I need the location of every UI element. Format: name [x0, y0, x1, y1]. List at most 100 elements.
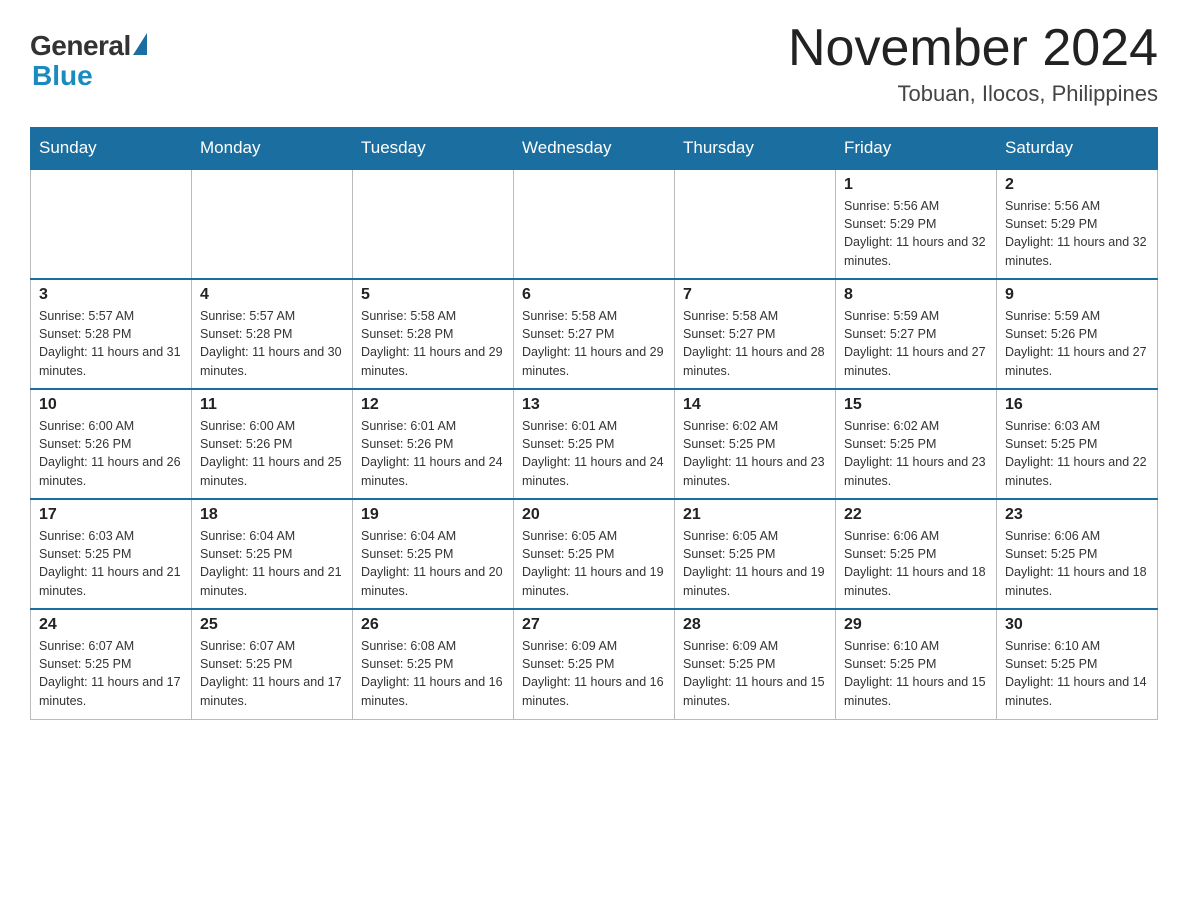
- day-number: 12: [361, 396, 505, 414]
- day-number: 4: [200, 286, 344, 304]
- day-number: 2: [1005, 176, 1149, 194]
- calendar-cell: 8 Sunrise: 5:59 AMSunset: 5:27 PMDaylight…: [836, 279, 997, 389]
- day-info: Sunrise: 6:05 AMSunset: 5:25 PMDaylight:…: [683, 527, 827, 600]
- col-saturday: Saturday: [997, 128, 1158, 170]
- day-number: 15: [844, 396, 988, 414]
- month-title: November 2024: [788, 20, 1158, 77]
- calendar-cell: [31, 169, 192, 279]
- day-info: Sunrise: 6:01 AMSunset: 5:25 PMDaylight:…: [522, 417, 666, 490]
- col-friday: Friday: [836, 128, 997, 170]
- calendar-cell: [192, 169, 353, 279]
- day-info: Sunrise: 5:58 AMSunset: 5:27 PMDaylight:…: [522, 307, 666, 380]
- day-number: 28: [683, 616, 827, 634]
- day-info: Sunrise: 6:10 AMSunset: 5:25 PMDaylight:…: [844, 637, 988, 710]
- calendar-cell: 2 Sunrise: 5:56 AMSunset: 5:29 PMDaylight…: [997, 169, 1158, 279]
- day-number: 25: [200, 616, 344, 634]
- col-thursday: Thursday: [675, 128, 836, 170]
- day-info: Sunrise: 6:06 AMSunset: 5:25 PMDaylight:…: [1005, 527, 1149, 600]
- day-info: Sunrise: 5:56 AMSunset: 5:29 PMDaylight:…: [1005, 197, 1149, 270]
- calendar-cell: 22 Sunrise: 6:06 AMSunset: 5:25 PMDayligh…: [836, 499, 997, 609]
- calendar-cell: 13 Sunrise: 6:01 AMSunset: 5:25 PMDayligh…: [514, 389, 675, 499]
- calendar-cell: 25 Sunrise: 6:07 AMSunset: 5:25 PMDayligh…: [192, 609, 353, 719]
- day-info: Sunrise: 6:06 AMSunset: 5:25 PMDaylight:…: [844, 527, 988, 600]
- calendar-cell: 29 Sunrise: 6:10 AMSunset: 5:25 PMDayligh…: [836, 609, 997, 719]
- day-info: Sunrise: 6:07 AMSunset: 5:25 PMDaylight:…: [200, 637, 344, 710]
- day-info: Sunrise: 6:03 AMSunset: 5:25 PMDaylight:…: [39, 527, 183, 600]
- day-number: 13: [522, 396, 666, 414]
- calendar-cell: [514, 169, 675, 279]
- calendar-cell: 30 Sunrise: 6:10 AMSunset: 5:25 PMDayligh…: [997, 609, 1158, 719]
- calendar-cell: [675, 169, 836, 279]
- week-row-3: 10 Sunrise: 6:00 AMSunset: 5:26 PMDayligh…: [31, 389, 1158, 499]
- day-number: 9: [1005, 286, 1149, 304]
- logo: General Blue: [30, 30, 147, 92]
- day-number: 19: [361, 506, 505, 524]
- day-info: Sunrise: 6:10 AMSunset: 5:25 PMDaylight:…: [1005, 637, 1149, 710]
- week-row-2: 3 Sunrise: 5:57 AMSunset: 5:28 PMDaylight…: [31, 279, 1158, 389]
- day-info: Sunrise: 6:09 AMSunset: 5:25 PMDaylight:…: [522, 637, 666, 710]
- day-info: Sunrise: 5:59 AMSunset: 5:26 PMDaylight:…: [1005, 307, 1149, 380]
- day-number: 8: [844, 286, 988, 304]
- day-number: 1: [844, 176, 988, 194]
- day-number: 17: [39, 506, 183, 524]
- col-sunday: Sunday: [31, 128, 192, 170]
- day-info: Sunrise: 5:58 AMSunset: 5:28 PMDaylight:…: [361, 307, 505, 380]
- logo-triangle-icon: [133, 33, 147, 55]
- day-number: 22: [844, 506, 988, 524]
- day-info: Sunrise: 6:02 AMSunset: 5:25 PMDaylight:…: [844, 417, 988, 490]
- calendar-cell: 23 Sunrise: 6:06 AMSunset: 5:25 PMDayligh…: [997, 499, 1158, 609]
- calendar-cell: 12 Sunrise: 6:01 AMSunset: 5:26 PMDayligh…: [353, 389, 514, 499]
- calendar-header-row: Sunday Monday Tuesday Wednesday Thursday…: [31, 128, 1158, 170]
- day-info: Sunrise: 5:59 AMSunset: 5:27 PMDaylight:…: [844, 307, 988, 380]
- day-number: 26: [361, 616, 505, 634]
- calendar-cell: 26 Sunrise: 6:08 AMSunset: 5:25 PMDayligh…: [353, 609, 514, 719]
- day-number: 24: [39, 616, 183, 634]
- calendar-cell: 21Sunrise: 6:05 AMSunset: 5:25 PMDayligh…: [675, 499, 836, 609]
- day-info: Sunrise: 6:04 AMSunset: 5:25 PMDaylight:…: [361, 527, 505, 600]
- calendar-cell: 1Sunrise: 5:56 AMSunset: 5:29 PMDaylight…: [836, 169, 997, 279]
- calendar-cell: 10 Sunrise: 6:00 AMSunset: 5:26 PMDayligh…: [31, 389, 192, 499]
- day-info: Sunrise: 5:58 AMSunset: 5:27 PMDaylight:…: [683, 307, 827, 380]
- day-info: Sunrise: 5:57 AMSunset: 5:28 PMDaylight:…: [200, 307, 344, 380]
- day-info: Sunrise: 6:00 AMSunset: 5:26 PMDaylight:…: [200, 417, 344, 490]
- calendar-cell: 14Sunrise: 6:02 AMSunset: 5:25 PMDayligh…: [675, 389, 836, 499]
- calendar-cell: 17 Sunrise: 6:03 AMSunset: 5:25 PMDayligh…: [31, 499, 192, 609]
- day-info: Sunrise: 6:01 AMSunset: 5:26 PMDaylight:…: [361, 417, 505, 490]
- calendar-cell: 19 Sunrise: 6:04 AMSunset: 5:25 PMDayligh…: [353, 499, 514, 609]
- day-info: Sunrise: 6:00 AMSunset: 5:26 PMDaylight:…: [39, 417, 183, 490]
- calendar-cell: 7 Sunrise: 5:58 AMSunset: 5:27 PMDaylight…: [675, 279, 836, 389]
- day-number: 20: [522, 506, 666, 524]
- day-info: Sunrise: 6:05 AMSunset: 5:25 PMDaylight:…: [522, 527, 666, 600]
- calendar-cell: 18 Sunrise: 6:04 AMSunset: 5:25 PMDayligh…: [192, 499, 353, 609]
- calendar-cell: 28Sunrise: 6:09 AMSunset: 5:25 PMDayligh…: [675, 609, 836, 719]
- logo-blue-text: Blue: [32, 60, 147, 92]
- calendar-cell: 6Sunrise: 5:58 AMSunset: 5:27 PMDaylight…: [514, 279, 675, 389]
- day-number: 30: [1005, 616, 1149, 634]
- day-number: 3: [39, 286, 183, 304]
- day-number: 5: [361, 286, 505, 304]
- day-number: 23: [1005, 506, 1149, 524]
- day-info: Sunrise: 5:57 AMSunset: 5:28 PMDaylight:…: [39, 307, 183, 380]
- calendar-cell: 9 Sunrise: 5:59 AMSunset: 5:26 PMDaylight…: [997, 279, 1158, 389]
- day-number: 7: [683, 286, 827, 304]
- calendar-cell: 11Sunrise: 6:00 AMSunset: 5:26 PMDayligh…: [192, 389, 353, 499]
- calendar-cell: 24 Sunrise: 6:07 AMSunset: 5:25 PMDayligh…: [31, 609, 192, 719]
- day-number: 29: [844, 616, 988, 634]
- calendar-table: Sunday Monday Tuesday Wednesday Thursday…: [30, 127, 1158, 720]
- week-row-4: 17 Sunrise: 6:03 AMSunset: 5:25 PMDayligh…: [31, 499, 1158, 609]
- day-number: 18: [200, 506, 344, 524]
- col-wednesday: Wednesday: [514, 128, 675, 170]
- day-info: Sunrise: 6:08 AMSunset: 5:25 PMDaylight:…: [361, 637, 505, 710]
- day-number: 27: [522, 616, 666, 634]
- day-number: 10: [39, 396, 183, 414]
- day-info: Sunrise: 6:07 AMSunset: 5:25 PMDaylight:…: [39, 637, 183, 710]
- page-header: General Blue November 2024 Tobuan, Iloco…: [30, 20, 1158, 107]
- title-section: November 2024 Tobuan, Ilocos, Philippine…: [788, 20, 1158, 107]
- day-info: Sunrise: 6:04 AMSunset: 5:25 PMDaylight:…: [200, 527, 344, 600]
- day-info: Sunrise: 6:03 AMSunset: 5:25 PMDaylight:…: [1005, 417, 1149, 490]
- calendar-cell: [353, 169, 514, 279]
- calendar-cell: 4 Sunrise: 5:57 AMSunset: 5:28 PMDaylight…: [192, 279, 353, 389]
- day-info: Sunrise: 6:02 AMSunset: 5:25 PMDaylight:…: [683, 417, 827, 490]
- day-number: 16: [1005, 396, 1149, 414]
- calendar-cell: 27 Sunrise: 6:09 AMSunset: 5:25 PMDayligh…: [514, 609, 675, 719]
